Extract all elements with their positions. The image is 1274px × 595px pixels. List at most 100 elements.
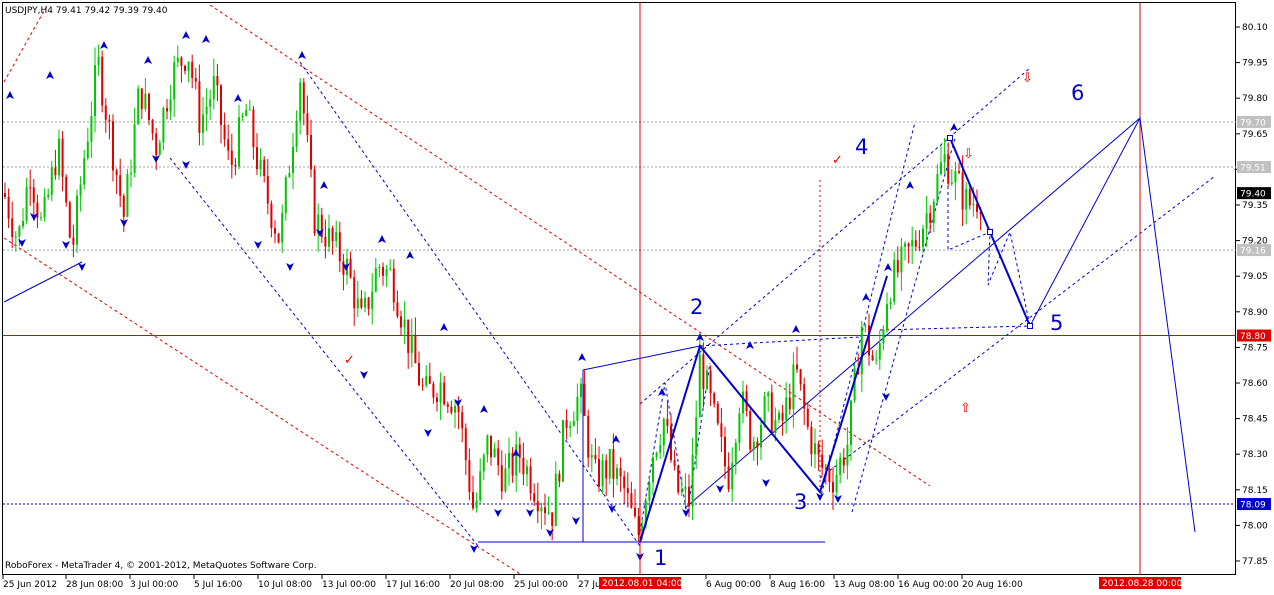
bull-candle-body [328,228,330,247]
bear-candle-body [688,486,690,507]
y-tick-label: 78.30 [1242,450,1268,460]
bull-candle-body [169,99,172,112]
bull-candle-body [209,99,212,107]
bull-candle-body [616,468,618,479]
y-tick-label: 79.35 [1242,201,1268,211]
x-tick-label: 16 Aug 00:00 [898,580,959,590]
bull-candle-body [403,319,406,328]
bear-candle-body [637,516,640,535]
bear-candle-body [331,228,334,242]
bull-candle-body [652,457,654,483]
bear-candle-body [817,443,820,455]
bull-candle-body [972,203,975,206]
bear-candle-body [500,465,503,492]
wave-label-1: 1 [654,546,667,570]
bear-candle-body [810,426,813,455]
bear-candle-body [252,109,255,148]
bear-candle-body [230,150,233,165]
bear-candle-body [803,384,806,409]
bull-candle-body [76,195,78,245]
bull-candle-body [526,466,528,475]
bear-candle-body [310,135,312,170]
bear-candle-body [918,246,921,248]
bull-candle-body [698,354,701,418]
bear-candle-body [522,457,525,475]
y-tick-label: 78.45 [1242,415,1268,425]
bull-candle-body [335,232,338,242]
bear-candle-body [436,397,438,403]
bear-candle-body [400,316,402,328]
bull-candle-body [590,455,593,458]
bull-candle-body [774,419,777,433]
bear-candle-body [828,468,831,482]
bear-candle-body [151,119,154,134]
bear-candle-body [7,196,10,219]
bear-candle-body [443,382,446,405]
bull-candle-body [205,106,208,115]
bull-candle-body [814,443,816,455]
bull-candle-body [389,268,392,270]
bull-candle-body [158,142,161,156]
bear-candle-body [947,153,950,184]
red-up-arrow-1: ⇧ [960,401,971,416]
bear-candle-body [565,420,568,428]
x-tick-label: 13 Jul 00:00 [322,580,376,590]
copyright-text: RoboForex - MetaTrader 4, © 2001-2012, M… [5,561,317,571]
bear-candle-body [4,193,6,197]
bear-candle-body [349,258,352,278]
bear-candle-body [958,171,960,173]
bull-candle-body [90,116,93,142]
bear-candle-body [263,159,266,176]
bear-candle-body [619,468,622,477]
bear-candle-body [788,397,791,410]
bull-candle-body [569,425,572,428]
bear-candle-body [324,236,327,247]
bear-candle-body [68,202,71,238]
bear-candle-body [968,189,971,206]
bear-candle-body [896,260,899,273]
bull-candle-body [695,417,698,456]
bull-candle-body [659,445,662,453]
bear-candle-body [367,297,370,309]
bear-candle-body [749,410,752,450]
bull-candle-body [97,56,100,66]
y-tick-label: 79.65 [1242,130,1268,140]
bull-candle-body [508,452,510,469]
bear-candle-body [673,460,676,466]
bull-candle-body [259,159,262,170]
bull-candle-body [288,173,291,178]
bull-candle-body [648,482,651,501]
bull-candle-body [580,383,582,397]
bear-candle-body [806,408,809,427]
bear-candle-body [842,457,845,466]
bear-candle-body [929,213,932,224]
bull-candle-body [601,460,604,487]
bear-candle-body [256,147,258,170]
bull-candle-body [14,236,17,238]
price-tag-label: 79.51 [1240,164,1266,174]
bear-candle-body [461,412,464,429]
y-tick-label: 78.15 [1242,486,1268,496]
bull-candle-body [734,442,737,463]
bull-candle-body [864,325,867,327]
x-tick-label: 3 Jul 00:00 [130,580,179,590]
bear-candle-body [724,436,726,467]
bull-candle-body [378,266,381,269]
bull-candle-body [936,173,939,202]
x-tick-label: 25 Jul 00:00 [514,580,568,590]
bull-candle-body [943,153,946,163]
bear-candle-body [432,383,435,398]
y-tick-label: 78.75 [1242,343,1268,353]
bull-candle-body [738,413,741,443]
bear-candle-body [148,93,150,120]
bear-candle-body [914,240,917,247]
bull-candle-body [752,441,755,450]
bear-candle-body [61,138,64,177]
y-tick-label: 78.00 [1242,521,1268,531]
bear-candle-body [65,176,68,203]
bear-candle-body [720,423,723,437]
bear-candle-body [490,435,492,458]
bear-candle-body [551,512,554,527]
bull-candle-body [950,182,953,184]
bear-candle-body [623,476,626,489]
